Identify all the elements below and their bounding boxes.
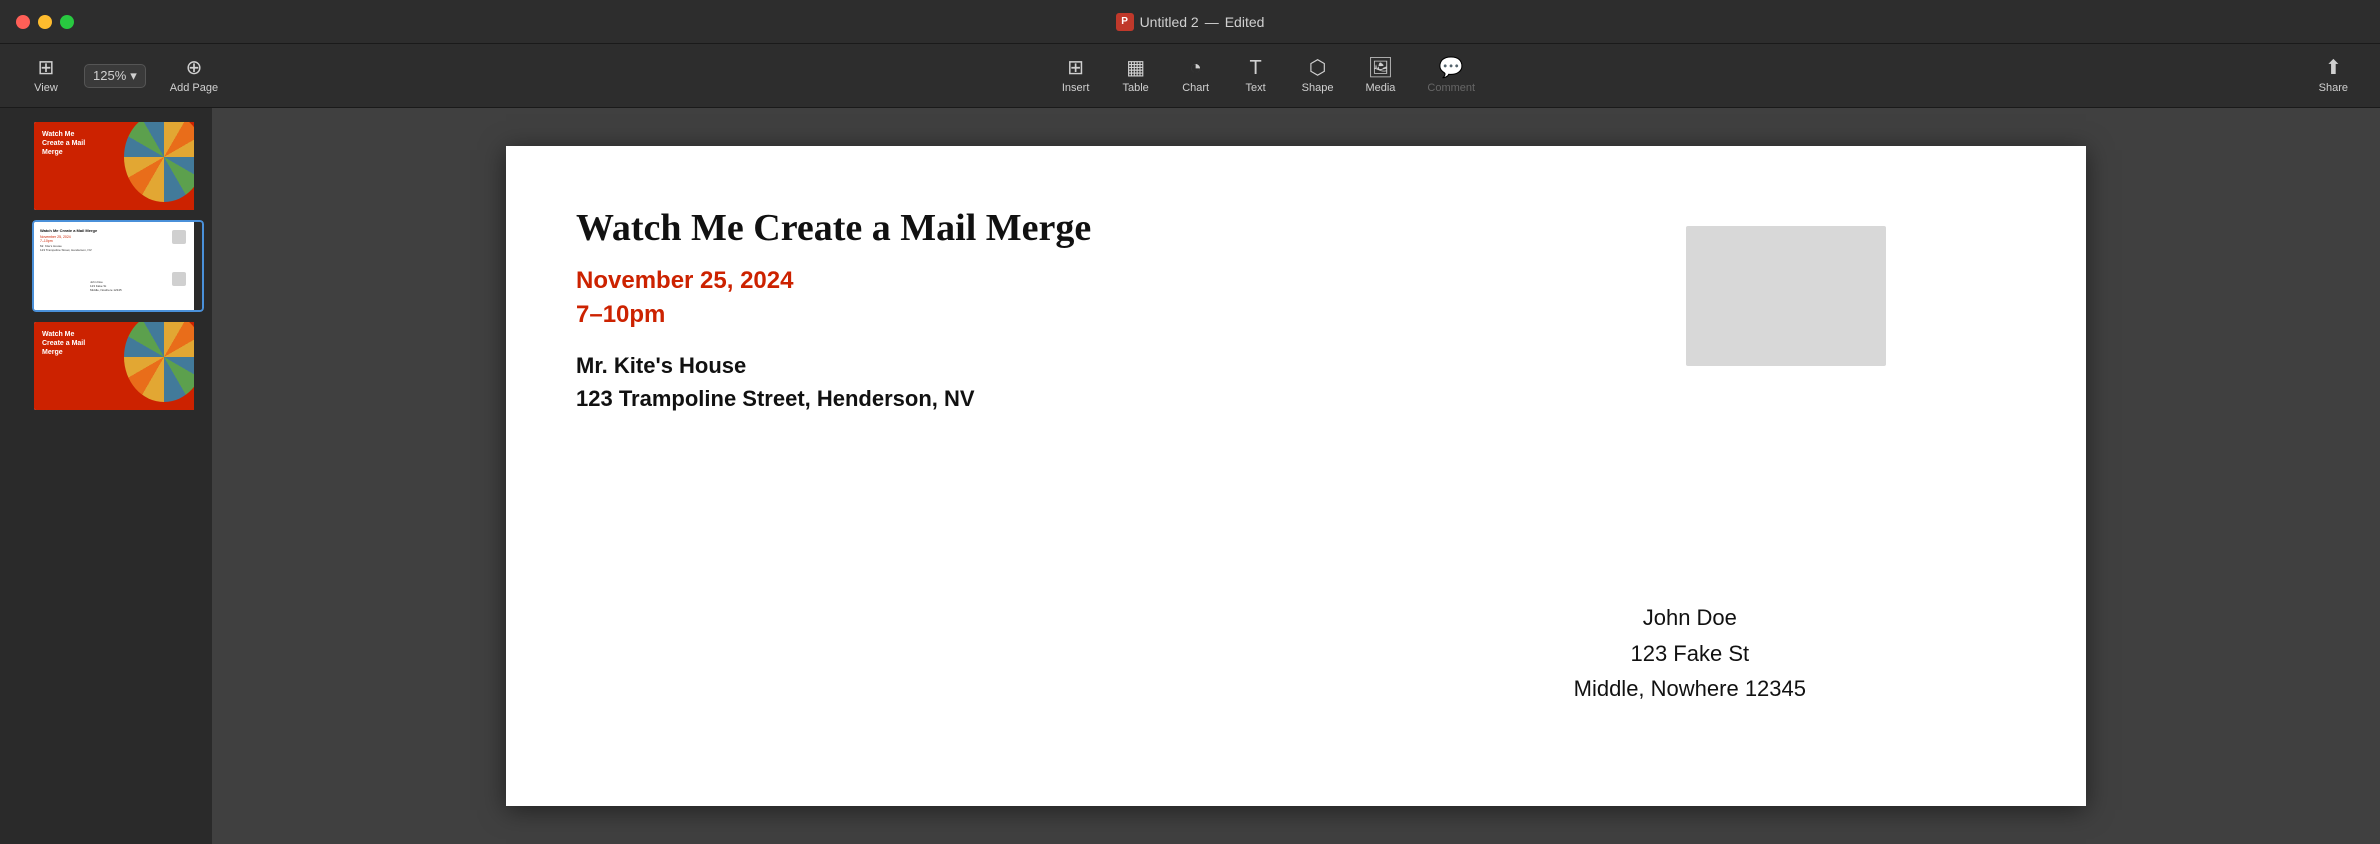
app-icon: P bbox=[1116, 13, 1134, 31]
maximize-button[interactable] bbox=[60, 15, 74, 29]
comment-button[interactable]: 💬 Comment bbox=[1411, 52, 1491, 100]
text-button[interactable]: T Text bbox=[1226, 52, 1286, 100]
traffic-lights bbox=[16, 15, 74, 29]
title-bar: P Untitled 2 — Edited bbox=[0, 0, 2380, 44]
chart-icon: ◔ bbox=[1190, 58, 1202, 78]
slide-thumbnail-1[interactable]: 1 Watch MeCreate a MailMerge bbox=[8, 120, 204, 212]
image-placeholder bbox=[1686, 226, 1886, 366]
slide-thumb-1[interactable]: Watch MeCreate a MailMerge bbox=[32, 120, 204, 212]
slide-panel: 1 Watch MeCreate a MailMerge 2 bbox=[0, 108, 212, 844]
slide-thumb-2[interactable]: Watch Me Create a Mail Merge November 25… bbox=[32, 220, 204, 312]
thumb3-title: Watch MeCreate a MailMerge bbox=[42, 330, 85, 357]
document-status: Edited bbox=[1225, 14, 1265, 30]
recipient-street: 123 Fake St bbox=[1630, 641, 1749, 666]
add-page-icon: ⊕ bbox=[186, 58, 203, 78]
zoom-value: 125% bbox=[93, 68, 126, 83]
zoom-chevron-icon: ▾ bbox=[130, 68, 137, 84]
recipient-name: John Doe bbox=[1643, 605, 1737, 630]
view-button[interactable]: ⊞ View bbox=[16, 52, 76, 100]
date-line2: 7–10pm bbox=[576, 301, 665, 328]
table-icon: ▦ bbox=[1126, 58, 1145, 78]
toolbar: ⊞ View 125% ▾ ⊕ Add Page ⊞ Insert ▦ Tabl… bbox=[0, 44, 2380, 108]
recipient-block: John Doe 123 Fake St Middle, Nowhere 123… bbox=[1574, 600, 1806, 706]
slide-thumbnail-3[interactable]: Watch MeCreate a MailMerge bbox=[8, 320, 204, 412]
thumb2-image-placeholder bbox=[172, 230, 186, 244]
document-title: Untitled 2 bbox=[1140, 14, 1199, 30]
window-title: P Untitled 2 — Edited bbox=[1116, 13, 1265, 31]
share-button[interactable]: ⬆ Share bbox=[2303, 52, 2364, 100]
shape-button[interactable]: ⬡ Shape bbox=[1286, 52, 1350, 100]
canvas-area: Watch Me Create a Mail Merge November 25… bbox=[212, 108, 2380, 844]
chart-button[interactable]: ◔ Chart bbox=[1166, 52, 1226, 100]
slide-thumb-3[interactable]: Watch MeCreate a MailMerge bbox=[32, 320, 204, 412]
document-page: Watch Me Create a Mail Merge November 25… bbox=[506, 146, 2086, 806]
insert-icon: ⊞ bbox=[1067, 58, 1084, 78]
title-separator: — bbox=[1205, 14, 1219, 30]
table-button[interactable]: ▦ Table bbox=[1106, 52, 1166, 100]
thumb1-title: Watch MeCreate a MailMerge bbox=[42, 130, 85, 157]
venue-line2: 123 Trampoline Street, Henderson, NV bbox=[576, 386, 975, 411]
zoom-control[interactable]: 125% ▾ bbox=[76, 58, 154, 94]
insert-button[interactable]: ⊞ Insert bbox=[1046, 52, 1106, 100]
media-button[interactable]: 🖼 Media bbox=[1349, 52, 1411, 100]
comment-icon: 💬 bbox=[1439, 58, 1464, 78]
slide-thumbnail-2[interactable]: 2 Watch Me Create a Mail Merge November … bbox=[8, 220, 204, 312]
close-button[interactable] bbox=[16, 15, 30, 29]
shape-icon: ⬡ bbox=[1309, 58, 1326, 78]
recipient-city: Middle, Nowhere 12345 bbox=[1574, 676, 1806, 701]
thumb2-logo-placeholder bbox=[172, 272, 186, 286]
venue-line1: Mr. Kite's House bbox=[576, 353, 746, 378]
text-icon: T bbox=[1250, 58, 1262, 78]
date-line1: November 25, 2024 bbox=[576, 267, 793, 294]
media-icon: 🖼 bbox=[1368, 58, 1393, 78]
add-page-button[interactable]: ⊕ Add Page bbox=[154, 52, 234, 100]
minimize-button[interactable] bbox=[38, 15, 52, 29]
thumb2-title-text: Watch Me Create a Mail Merge bbox=[40, 228, 188, 233]
thumb2-date-text: November 25, 20247–10pm bbox=[40, 235, 188, 243]
share-icon: ⬆ bbox=[2325, 58, 2342, 78]
main-content: 1 Watch MeCreate a MailMerge 2 bbox=[0, 108, 2380, 844]
thumb2-venue-text: Mr. Kite's House123 Trampoline Street, H… bbox=[40, 244, 188, 252]
view-icon: ⊞ bbox=[38, 58, 55, 78]
